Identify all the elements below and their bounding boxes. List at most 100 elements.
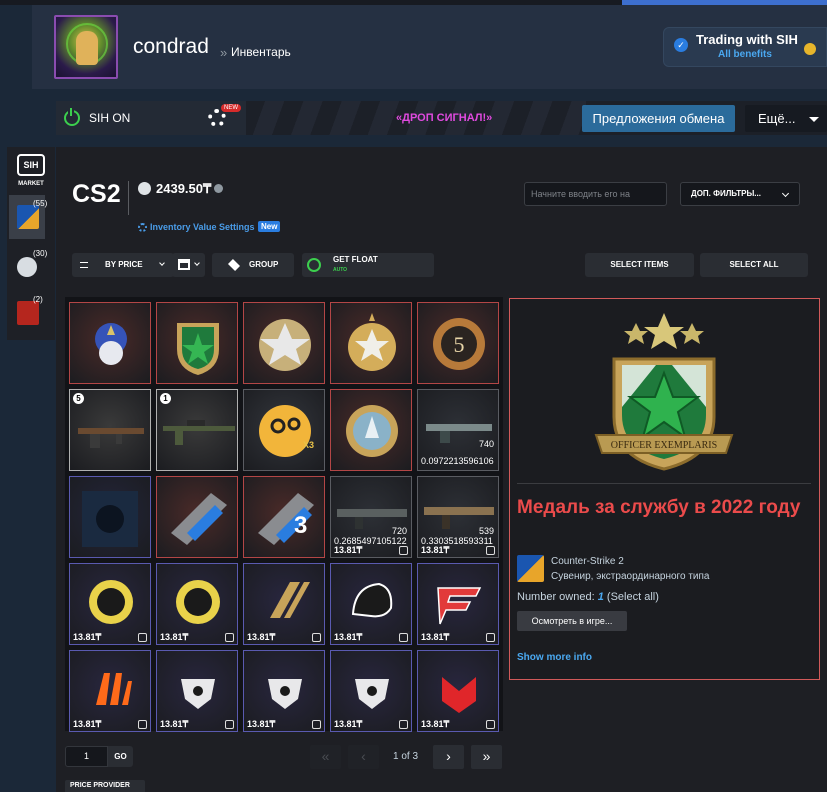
steam-market-icon[interactable] bbox=[399, 633, 408, 642]
inventory-item-famas[interactable]: 720 0.2685497105122 13.81₸ bbox=[330, 476, 412, 558]
select-all-button[interactable]: SELECT ALL bbox=[700, 253, 808, 277]
item-image bbox=[177, 323, 219, 375]
chevron-down-icon bbox=[194, 260, 200, 266]
item-price: 13.81₸ bbox=[421, 719, 450, 729]
inventory-item-wolf-2[interactable]: 13.81₸ bbox=[243, 650, 325, 732]
next-page-button[interactable]: › bbox=[433, 745, 464, 769]
avatar[interactable] bbox=[54, 15, 118, 79]
steam-market-icon[interactable] bbox=[399, 546, 408, 555]
breadcrumb-inventory[interactable]: Инвентарь bbox=[231, 45, 291, 59]
inventory-item-furia[interactable]: 13.81₸ bbox=[330, 563, 412, 645]
item-price: 13.81₸ bbox=[160, 719, 189, 729]
item-pattern: 720 bbox=[391, 526, 407, 536]
group-button[interactable]: GROUP bbox=[212, 253, 294, 277]
item-price: 13.81₸ bbox=[247, 632, 276, 642]
inventory-item-medal-purple[interactable] bbox=[69, 302, 151, 384]
steam-market-icon[interactable] bbox=[312, 720, 321, 729]
more-button[interactable]: Ещё... bbox=[745, 105, 827, 132]
trade-offers-button[interactable]: Предложения обмена bbox=[582, 105, 735, 132]
steam-market-icon[interactable] bbox=[225, 720, 234, 729]
drop-signal-link[interactable]: «ДРОП СИГНАЛ!» bbox=[396, 112, 492, 124]
steam-market-icon[interactable] bbox=[399, 720, 408, 729]
first-page-button[interactable]: « bbox=[310, 745, 341, 769]
game-title: CS2 bbox=[72, 180, 121, 208]
item-count-badge: 5 bbox=[73, 393, 84, 404]
item-count-badge: 1 bbox=[160, 393, 171, 404]
chevron-down-icon bbox=[809, 117, 819, 122]
steam-market-icon[interactable] bbox=[486, 633, 495, 642]
game-count: (30) bbox=[33, 249, 48, 258]
store-dropdown[interactable] bbox=[172, 253, 205, 277]
item-pattern: 539 bbox=[478, 526, 494, 536]
inventory-grid: 5 5 1 X3 740 0.0972213596106 3 720 0.26854971051… bbox=[65, 297, 503, 732]
inventory-item-galil[interactable]: 539 0.3303518593311 13.81₸ bbox=[417, 476, 499, 558]
trading-with-sih-button[interactable]: ✓ Trading with SIH All benefits bbox=[663, 27, 827, 67]
gear-icon bbox=[138, 223, 147, 232]
inventory-item-medal-green[interactable] bbox=[156, 302, 238, 384]
game-tab-dota2[interactable]: (2) bbox=[9, 291, 45, 335]
inspect-in-game-button[interactable]: Осмотреть в игре... bbox=[517, 611, 627, 631]
inventory-item-coin-holo[interactable] bbox=[330, 389, 412, 471]
cs2-icon bbox=[517, 555, 544, 582]
store-icon bbox=[178, 259, 190, 270]
prev-page-button[interactable]: ‹ bbox=[348, 745, 379, 769]
search-input[interactable] bbox=[524, 182, 667, 206]
profile-header: condrad » Инвентарь ✓ Trading with SIH A… bbox=[32, 5, 827, 89]
show-more-info-link[interactable]: Show more info bbox=[517, 652, 592, 663]
inventory-item-blast-skull-2[interactable]: 13.81₸ bbox=[156, 563, 238, 645]
sih-market-link[interactable]: SIH MARKET bbox=[11, 151, 51, 191]
inventory-item-medal-gold[interactable] bbox=[330, 302, 412, 384]
svg-text:3: 3 bbox=[294, 512, 307, 539]
inventory-item-wolf-3[interactable]: 13.81₸ bbox=[330, 650, 412, 732]
settings-link[interactable]: Inventory Value Settings bbox=[150, 222, 255, 232]
game-tab-cs2[interactable]: (55) bbox=[9, 195, 48, 239]
more-button-label: Ещё... bbox=[758, 111, 796, 126]
inventory-item-wolf-1[interactable]: 13.81₸ bbox=[156, 650, 238, 732]
item-price: 13.81₸ bbox=[247, 719, 276, 729]
inventory-item-team-gold[interactable]: 13.81₸ bbox=[243, 563, 325, 645]
select-items-button[interactable]: SELECT ITEMS bbox=[585, 253, 694, 277]
game-count: (55) bbox=[33, 199, 48, 208]
get-float-button[interactable]: GET FLOAT AUTO bbox=[302, 253, 434, 277]
inventory-item-keychain[interactable]: X3 bbox=[243, 389, 325, 471]
steam-market-icon[interactable] bbox=[486, 720, 495, 729]
last-page-button[interactable]: » bbox=[471, 745, 502, 769]
inventory-item-coin-5[interactable]: 5 bbox=[417, 302, 499, 384]
inventory-item-medal-silver[interactable] bbox=[243, 302, 325, 384]
game-tab-steam[interactable]: (30) bbox=[9, 245, 48, 289]
inventory-value: 2439.50₸ bbox=[156, 181, 212, 196]
inventory-item-season-3[interactable]: 3 bbox=[243, 476, 325, 558]
steam-market-icon[interactable] bbox=[138, 633, 147, 642]
steam-market-icon[interactable] bbox=[486, 546, 495, 555]
info-icon[interactable] bbox=[214, 184, 223, 193]
inventory-item-season-7[interactable] bbox=[156, 476, 238, 558]
owned-select-all[interactable]: (Select all) bbox=[607, 591, 659, 603]
page-number-input[interactable]: 1 bbox=[65, 746, 108, 767]
inventory-item-blast-skull[interactable]: 13.81₸ bbox=[69, 563, 151, 645]
item-multiplier: X3 bbox=[302, 440, 314, 450]
sih-status[interactable]: SIH ON NEW bbox=[56, 101, 246, 135]
price-provider-button[interactable]: PRICE PROVIDER bbox=[65, 780, 145, 792]
inventory-item-fnatic[interactable]: 13.81₸ bbox=[69, 650, 151, 732]
go-button[interactable]: GO bbox=[108, 746, 133, 767]
extra-filters-button[interactable]: ДОП. ФИЛЬТРЫ... bbox=[680, 182, 800, 206]
inventory-item-awp[interactable]: 1 bbox=[156, 389, 238, 471]
number-owned: Number owned: 1 (Select all) bbox=[517, 591, 659, 603]
item-price: 13.81₸ bbox=[334, 632, 363, 642]
steam-icon bbox=[17, 257, 37, 277]
item-image bbox=[171, 493, 227, 545]
inventory-item-faze[interactable]: 13.81₸ bbox=[417, 563, 499, 645]
detail-divider bbox=[517, 483, 811, 484]
inventory-item-ak47[interactable]: 5 bbox=[69, 389, 151, 471]
item-type: Сувенир, экстраординарного типа bbox=[551, 571, 710, 582]
inventory-item-rifle-camo[interactable]: 740 0.0972213596106 bbox=[417, 389, 499, 471]
sort-dropdown[interactable]: BY PRICE bbox=[72, 253, 174, 277]
profile-username[interactable]: condrad bbox=[133, 35, 209, 59]
inventory-item-music-kit[interactable] bbox=[69, 476, 151, 558]
steam-market-icon[interactable] bbox=[138, 720, 147, 729]
svg-text:5: 5 bbox=[454, 332, 465, 357]
inventory-item-mouz[interactable]: 13.81₸ bbox=[417, 650, 499, 732]
dota2-icon bbox=[17, 301, 39, 325]
steam-market-icon[interactable] bbox=[312, 633, 321, 642]
steam-market-icon[interactable] bbox=[225, 633, 234, 642]
